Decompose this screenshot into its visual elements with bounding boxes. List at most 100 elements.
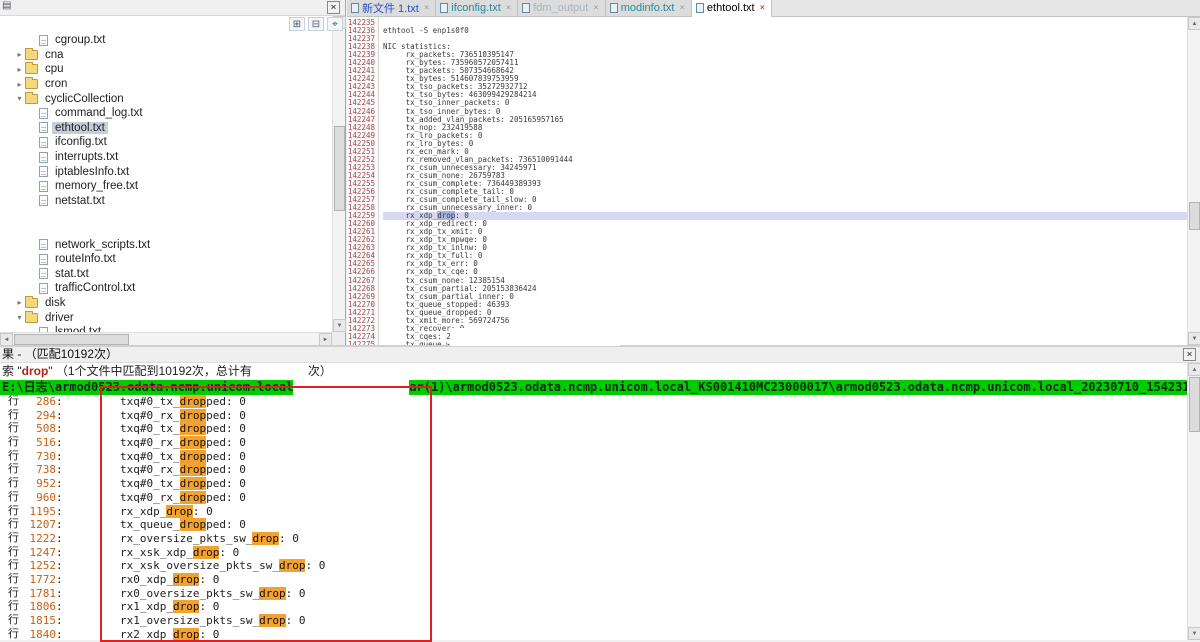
line-number-gutter[interactable]: 1422351422361422371422381422391422401422… xyxy=(347,17,379,345)
tree-file-lsmod-txt[interactable]: lsmod.txt xyxy=(0,325,332,332)
tree-file-stat-txt[interactable]: stat.txt xyxy=(0,267,332,282)
code-area[interactable]: ethtool -S enp1s0f0NIC statistics: rx_pa… xyxy=(379,17,1187,345)
tree-folder-cpu[interactable]: ▸cpu xyxy=(0,62,332,77)
tree-file-netstat-txt[interactable]: netstat.txt xyxy=(0,194,332,209)
chevron-right-icon[interactable]: ▸ xyxy=(14,65,25,74)
chevron-right-icon[interactable]: ▸ xyxy=(14,80,25,89)
tab-close-icon[interactable]: × xyxy=(593,3,598,13)
tab-4[interactable]: ethtool.txt× xyxy=(692,0,772,17)
tab-close-icon[interactable]: × xyxy=(506,3,511,13)
scrollbar-thumb[interactable] xyxy=(14,334,129,345)
workspace-vertical-scrollbar[interactable]: ▲ ▼ xyxy=(332,16,345,332)
tree-file-cgroup-txt[interactable]: cgroup.txt xyxy=(0,33,332,48)
tree-item-label: network_scripts.txt xyxy=(52,239,153,251)
code-line[interactable]: ethtool -S enp1s0f0 xyxy=(383,27,1187,35)
tree-folder-cyclicCollection[interactable]: ▾cyclicCollection xyxy=(0,91,332,106)
code-line[interactable]: rx_lro_packets: 0 xyxy=(383,132,1187,140)
result-line-number: 1781 xyxy=(24,587,56,601)
tree-item-label: cgroup.txt xyxy=(52,34,109,46)
editor[interactable]: 1422351422361422371422381422391422401422… xyxy=(347,17,1187,345)
chevron-right-icon[interactable]: ▸ xyxy=(14,298,25,307)
folder-icon xyxy=(25,64,38,74)
scroll-up-icon[interactable]: ▲ xyxy=(1188,17,1200,30)
code-line[interactable]: rx_xdp_tx_inlnw: 0 xyxy=(383,244,1187,252)
tree-redacted-row xyxy=(0,208,332,223)
workspace-menu-icon[interactable]: ▤ xyxy=(2,0,11,11)
code-line[interactable]: rx_xdp_tx_err: 0 xyxy=(383,260,1187,268)
workspace-titlebar: ▤ × xyxy=(0,0,345,16)
document-icon xyxy=(610,3,618,13)
scroll-down-icon[interactable]: ▼ xyxy=(1188,332,1200,345)
workspace-close-button[interactable]: × xyxy=(327,1,340,14)
chevron-right-icon[interactable]: ▸ xyxy=(14,50,25,59)
folder-icon xyxy=(25,313,38,323)
results-close-button[interactable]: × xyxy=(1183,348,1196,361)
scroll-down-icon[interactable]: ▼ xyxy=(1188,627,1200,640)
editor-vertical-scrollbar[interactable]: ▲ ▼ xyxy=(1187,17,1200,345)
file-icon xyxy=(39,181,48,192)
chevron-down-icon[interactable]: ▾ xyxy=(14,313,25,322)
code-line[interactable]: tx_xmit_more: 569724756 xyxy=(383,317,1187,325)
document-icon xyxy=(522,3,530,13)
scrollbar-thumb[interactable] xyxy=(1189,377,1200,432)
annotation-rectangle xyxy=(100,386,432,642)
code-line[interactable]: rx_xdp_drop: 0 xyxy=(383,212,1187,220)
tree-file-command_log-txt[interactable]: command_log.txt xyxy=(0,106,332,121)
code-line[interactable]: tx_nop: 232419588 xyxy=(383,124,1187,132)
code-line[interactable]: rx_xdp_tx_xmit: 0 xyxy=(383,228,1187,236)
code-line[interactable]: tx_added_vlan_packets: 205165957165 xyxy=(383,116,1187,124)
tree-file-routeInfo-txt[interactable]: routeInfo.txt xyxy=(0,252,332,267)
tree-folder-disk[interactable]: ▸disk xyxy=(0,296,332,311)
results-title: 果 - （匹配10192次） xyxy=(2,347,118,361)
code-line[interactable]: rx_xdp_tx_mpwqe: 0 xyxy=(383,236,1187,244)
code-line[interactable]: rx_csum_unnecessary_inner: 0 xyxy=(383,204,1187,212)
tree-folder-cron[interactable]: ▸cron xyxy=(0,77,332,92)
tree-file-memory_free-txt[interactable]: memory_free.txt xyxy=(0,179,332,194)
scroll-up-icon[interactable]: ▲ xyxy=(1188,363,1200,376)
tab-close-icon[interactable]: × xyxy=(760,3,765,13)
result-row-label: 行 xyxy=(8,409,24,423)
code-line[interactable]: tx_queue_stopped: 46393 xyxy=(383,301,1187,309)
tab-2[interactable]: fdm_output× xyxy=(518,0,605,16)
tab-1[interactable]: ifconfig.txt× xyxy=(436,0,518,16)
tree-folder-cna[interactable]: ▸cna xyxy=(0,48,332,63)
result-row-label: 行 xyxy=(8,546,24,560)
scrollbar-thumb[interactable] xyxy=(334,126,345,211)
result-line-number: 1772 xyxy=(24,573,56,587)
results-summary-text: 次） xyxy=(308,364,332,378)
file-icon xyxy=(39,166,48,177)
tree-file-trafficControl-txt[interactable]: trafficControl.txt xyxy=(0,281,332,296)
tree-item-label: interrupts.txt xyxy=(52,151,121,163)
expand-all-icon[interactable]: ⊞ xyxy=(289,17,305,31)
results-vertical-scrollbar[interactable]: ▲ ▼ xyxy=(1187,363,1200,640)
result-line-number: 1195 xyxy=(24,505,56,519)
tab-3[interactable]: modinfo.txt× xyxy=(606,0,692,16)
scrollbar-thumb[interactable] xyxy=(1189,202,1200,230)
code-line[interactable] xyxy=(383,19,1187,27)
redaction-box xyxy=(450,328,620,346)
locate-file-icon[interactable]: ⌖ xyxy=(327,17,343,31)
code-line[interactable]: rx_xdp_tx_full: 0 xyxy=(383,252,1187,260)
result-row-label: 行 xyxy=(8,559,24,573)
tree-file-interrupts-txt[interactable]: interrupts.txt xyxy=(0,150,332,165)
code-line[interactable]: tx_tso_inner_packets: 0 xyxy=(383,99,1187,107)
document-icon xyxy=(351,3,359,13)
collapse-all-icon[interactable]: ⊟ xyxy=(308,17,324,31)
tree-file-network_scripts-txt[interactable]: network_scripts.txt xyxy=(0,237,332,252)
chevron-down-icon[interactable]: ▾ xyxy=(14,94,25,103)
result-row-label: 行 xyxy=(8,436,24,450)
tree-file-ifconfig-txt[interactable]: ifconfig.txt xyxy=(0,135,332,150)
workspace-horizontal-scrollbar[interactable]: ◄ ► xyxy=(0,332,332,345)
results-summary-text: " （1个文件中匹配到10192次，总计有 xyxy=(48,364,252,378)
tab-close-icon[interactable]: × xyxy=(680,3,685,13)
scroll-down-icon[interactable]: ▼ xyxy=(333,319,346,332)
tree-file-iptablesInfo-txt[interactable]: iptablesInfo.txt xyxy=(0,164,332,179)
tree-item-label: driver xyxy=(42,312,77,324)
code-line[interactable] xyxy=(383,35,1187,43)
code-line[interactable]: rx_xdp_redirect: 0 xyxy=(383,220,1187,228)
tree-file-ethtool-txt[interactable]: ethtool.txt xyxy=(0,121,332,136)
code-line[interactable]: rx_lro_bytes: 0 xyxy=(383,140,1187,148)
tab-close-icon[interactable]: × xyxy=(424,3,429,13)
tree-folder-driver[interactable]: ▾ driver xyxy=(0,310,332,325)
tab-0[interactable]: 新文件 1.txt× xyxy=(347,0,436,16)
